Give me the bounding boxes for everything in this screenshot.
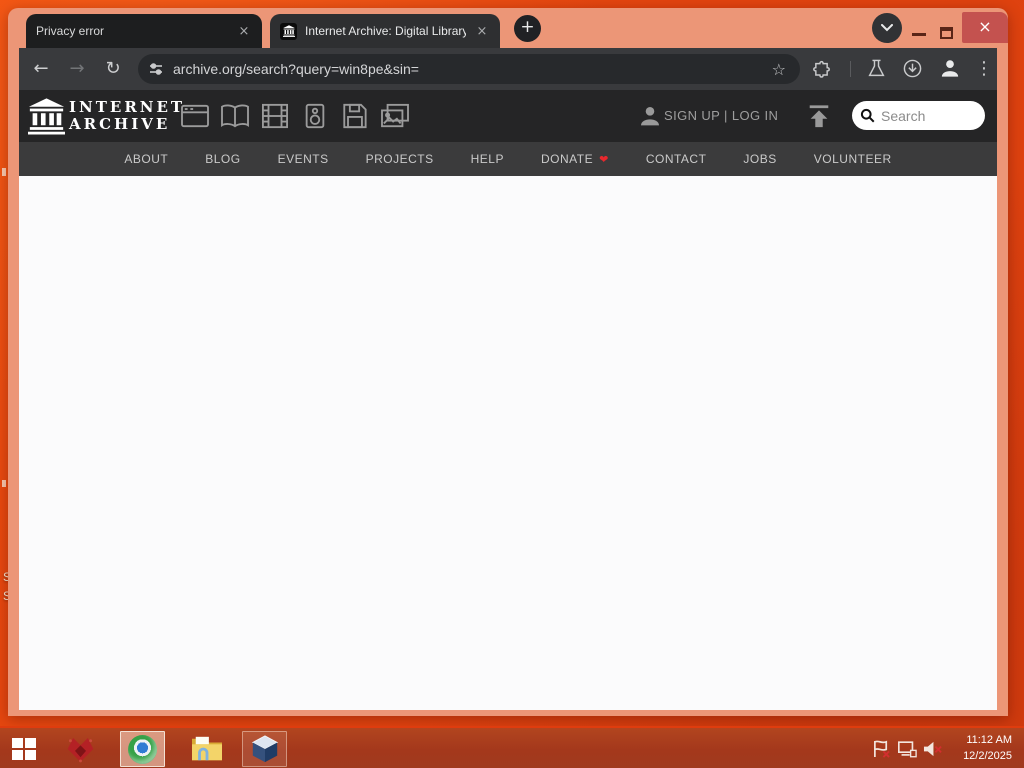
- nav-item-events[interactable]: EVENTS: [278, 152, 329, 166]
- nav-item-about[interactable]: ABOUT: [124, 152, 168, 166]
- archive-nav: ABOUT BLOG EVENTS PROJECTS HELP DONATE ❤…: [19, 142, 997, 176]
- extensions-icon[interactable]: [811, 58, 832, 84]
- address-bar[interactable]: archive.org/search?query=win8pe&sin= ☆: [138, 54, 800, 84]
- web-media-icon[interactable]: [180, 103, 210, 134]
- user-icon[interactable]: [638, 104, 662, 133]
- downloads-icon[interactable]: [902, 58, 923, 84]
- wordmark-line-2: ARCHIVE: [69, 115, 171, 133]
- nav-label: JOBS: [743, 152, 777, 166]
- maximize-button[interactable]: [940, 27, 953, 39]
- tab-privacy-error[interactable]: Privacy error ×: [26, 14, 262, 48]
- nav-label: BLOG: [205, 152, 241, 166]
- donate-heart-icon: ❤: [599, 152, 609, 166]
- nav-label: HELP: [470, 152, 504, 166]
- archive-search-box[interactable]: [852, 101, 985, 130]
- menu-kebab-icon[interactable]: ⋮: [971, 57, 997, 81]
- search-icon: [860, 108, 875, 123]
- flask-experiments-icon[interactable]: [866, 58, 887, 84]
- nav-item-volunteer[interactable]: VOLUNTEER: [814, 152, 892, 166]
- browser-toolbar: ← → ↻ archive.org/search?query=win8pe&si…: [19, 48, 997, 90]
- nav-label: PROJECTS: [365, 152, 434, 166]
- desktop-icon-fragment: [2, 480, 6, 487]
- close-window-button[interactable]: ×: [962, 12, 1008, 43]
- tab-strip: Privacy error × Internet Archive: Digita…: [8, 8, 1008, 48]
- page-content-blank: [19, 176, 997, 710]
- nav-label: ABOUT: [124, 152, 169, 166]
- nav-label: VOLUNTEER: [813, 152, 892, 166]
- tab-internet-archive[interactable]: Internet Archive: Digital Library ×: [270, 14, 500, 48]
- taskbar-clock[interactable]: 11:12 AM 12/2/2025: [940, 732, 1012, 764]
- forward-button[interactable]: →: [64, 57, 90, 81]
- browser-window: Privacy error × Internet Archive: Digita…: [8, 8, 1008, 716]
- reload-button[interactable]: ↻: [100, 57, 126, 81]
- clock-date: 12/2/2025: [963, 750, 1012, 762]
- chrome-icon: [128, 734, 157, 764]
- clock-time: 11:12 AM: [966, 734, 1012, 746]
- taskbar-app-red-icon[interactable]: [58, 731, 103, 767]
- nav-label: EVENTS: [277, 152, 329, 166]
- site-settings-tune-icon[interactable]: [148, 61, 164, 77]
- internet-archive-wordmark[interactable]: INTERNET ARCHIVE: [69, 99, 185, 133]
- network-icon[interactable]: [897, 740, 917, 763]
- archive-search-input[interactable]: [881, 107, 971, 124]
- tab-title: Privacy error: [36, 24, 105, 38]
- start-button[interactable]: [12, 738, 36, 765]
- audio-media-icon[interactable]: [302, 103, 328, 134]
- texts-media-icon[interactable]: [220, 103, 250, 134]
- toolbar-divider: [850, 61, 851, 77]
- upload-icon[interactable]: [806, 103, 832, 134]
- tab-search-button[interactable]: [872, 13, 902, 43]
- chevron-down-icon: [881, 24, 893, 32]
- url-text[interactable]: archive.org/search?query=win8pe&sin=: [173, 61, 768, 77]
- tab-title: Internet Archive: Digital Library: [305, 24, 466, 38]
- action-center-flag-icon[interactable]: [872, 740, 891, 763]
- profile-avatar-icon[interactable]: [938, 56, 962, 85]
- images-media-icon[interactable]: [380, 103, 410, 134]
- nav-item-projects[interactable]: PROJECTS: [366, 152, 434, 166]
- nav-item-donate[interactable]: DONATE ❤: [541, 152, 609, 166]
- video-media-icon[interactable]: [260, 103, 290, 134]
- nav-item-blog[interactable]: BLOG: [205, 152, 240, 166]
- nav-label: DONATE: [540, 152, 594, 166]
- nav-label: CONTACT: [645, 152, 707, 166]
- taskbar: 11:12 AM 12/2/2025: [0, 726, 1024, 768]
- signup-login-link[interactable]: SIGN UP | LOG IN: [664, 108, 778, 123]
- nav-item-help[interactable]: HELP: [471, 152, 504, 166]
- internet-archive-header: INTERNET ARCHIVE SIGN UP | LOG IN Search: [19, 90, 997, 142]
- tab-close-icon[interactable]: ×: [236, 24, 252, 39]
- wordmark-line-1: INTERNET: [69, 98, 186, 116]
- internet-archive-logo[interactable]: [28, 96, 65, 141]
- nav-item-contact[interactable]: CONTACT: [646, 152, 707, 166]
- bookmark-star-icon[interactable]: ☆: [768, 60, 790, 79]
- new-tab-button[interactable]: +: [514, 15, 541, 42]
- minimize-button[interactable]: [912, 33, 926, 36]
- taskbar-virtualbox-icon[interactable]: [242, 731, 287, 767]
- software-media-icon[interactable]: [341, 103, 368, 134]
- back-button[interactable]: ←: [28, 57, 54, 81]
- nav-item-jobs[interactable]: JOBS: [743, 152, 776, 166]
- desktop-icon-fragment: [2, 168, 6, 176]
- taskbar-chrome-browser-icon[interactable]: [120, 731, 165, 767]
- taskbar-file-explorer-icon[interactable]: [184, 731, 229, 767]
- internet-archive-favicon: [280, 22, 297, 40]
- tab-close-icon[interactable]: ×: [474, 24, 490, 39]
